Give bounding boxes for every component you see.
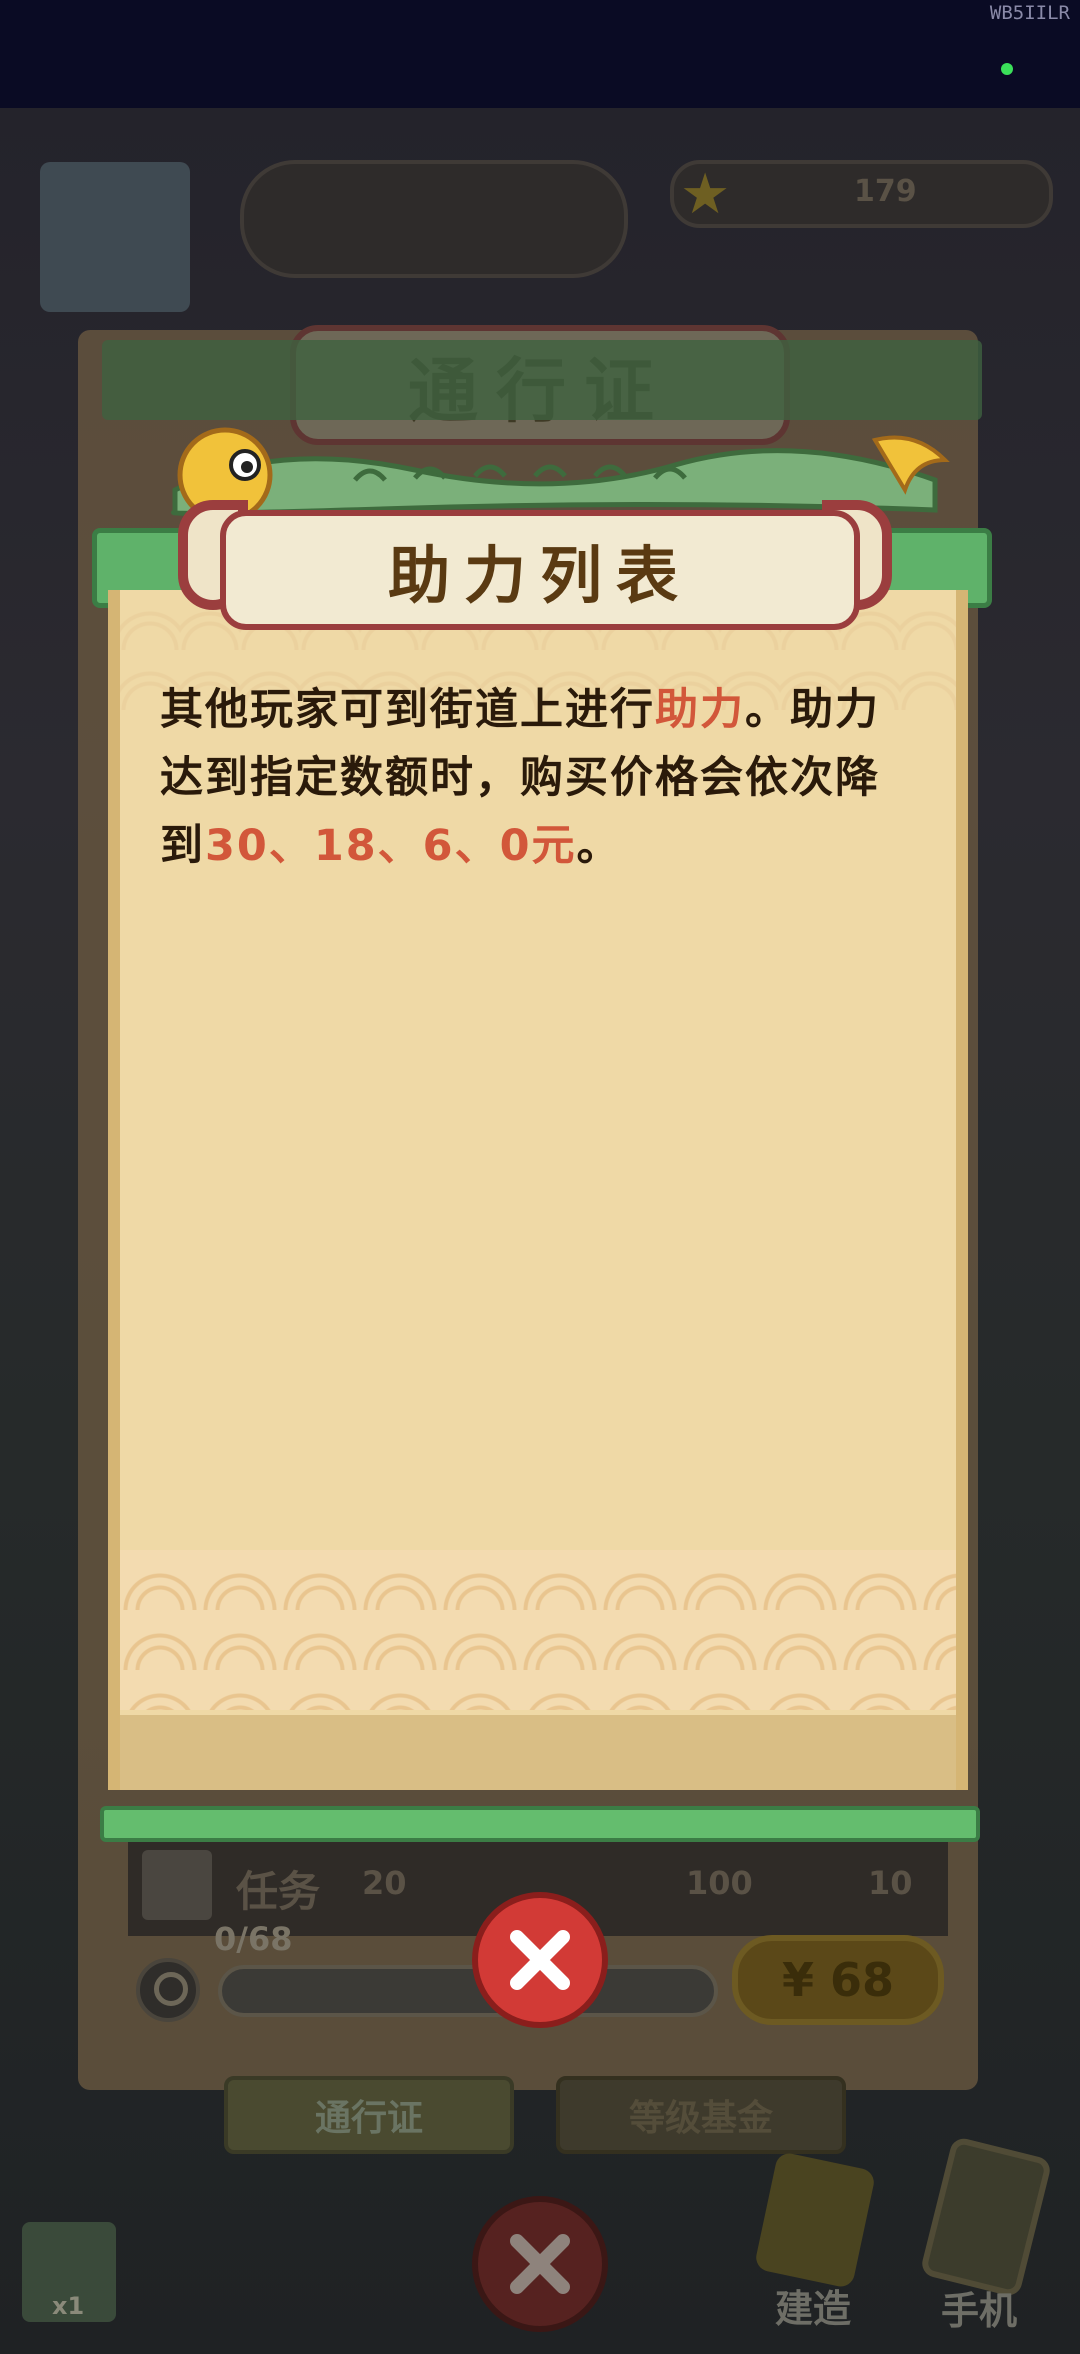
description-text-3: 。	[576, 821, 622, 871]
wave-pattern-bottom	[120, 1550, 956, 1710]
description-highlight-prices: 30、18、6、0元	[205, 821, 577, 871]
star-value: 179	[854, 174, 917, 209]
status-bar: WB5IILR	[0, 0, 1080, 108]
reward-count-1: 100	[686, 1864, 753, 1902]
popup-title: 助力列表	[387, 539, 692, 612]
build-button[interactable]: 建造	[735, 2150, 885, 2331]
currency-bar	[240, 160, 628, 278]
phone-button[interactable]: 手机	[905, 2135, 1055, 2333]
phone-icon	[919, 2135, 1053, 2299]
popup-bottom-bar	[100, 1806, 980, 1842]
tab-pass[interactable]: 通行证	[224, 2076, 514, 2154]
close-x-icon	[510, 2234, 570, 2294]
phone-label: 手机	[941, 2289, 1018, 2333]
paper-foot	[120, 1715, 956, 1790]
description-highlight-assist: 助力	[655, 685, 745, 735]
search-button[interactable]	[136, 1958, 200, 2022]
background-close-button	[472, 2196, 608, 2332]
description-text-1: 其他玩家可到街道上进行	[160, 685, 655, 735]
star-bar: ★ 179	[670, 160, 1053, 228]
book-count: x1	[52, 2292, 85, 2320]
popup-title-plaque: 助力列表	[220, 510, 860, 630]
popup-description: 其他玩家可到街道上进行助力。助力达到指定数额时，购买价格会依次降到30、18、6…	[160, 676, 920, 880]
build-label: 建造	[775, 2287, 852, 2331]
build-icon	[753, 2150, 877, 2290]
progress-bar	[218, 1965, 718, 2017]
close-button[interactable]	[472, 1892, 608, 2028]
buy-price-button[interactable]: ¥ 68	[732, 1935, 944, 2025]
task-icon	[142, 1850, 212, 1920]
avatar[interactable]	[40, 162, 190, 312]
search-icon	[154, 1972, 188, 2006]
task-label: 任务	[236, 1867, 321, 1916]
reward-count-2: 10	[868, 1864, 913, 1902]
tab-pass-label: 通行证	[314, 2098, 423, 2139]
status-dot	[1001, 63, 1013, 75]
star-icon: ★	[680, 162, 731, 227]
task-count: 20	[362, 1864, 407, 1902]
price-label: ¥ 68	[781, 1953, 895, 2007]
progress-text: 0/68	[214, 1920, 293, 1958]
close-x-icon	[510, 1930, 570, 1990]
tab-level-fund[interactable]: 等级基金	[556, 2076, 846, 2154]
pass-header-bar	[102, 340, 982, 420]
device-tag: WB5IILR	[989, 2, 1070, 24]
book-button[interactable]: x1	[22, 2222, 116, 2322]
tab-level-fund-label: 等级基金	[628, 2098, 773, 2139]
